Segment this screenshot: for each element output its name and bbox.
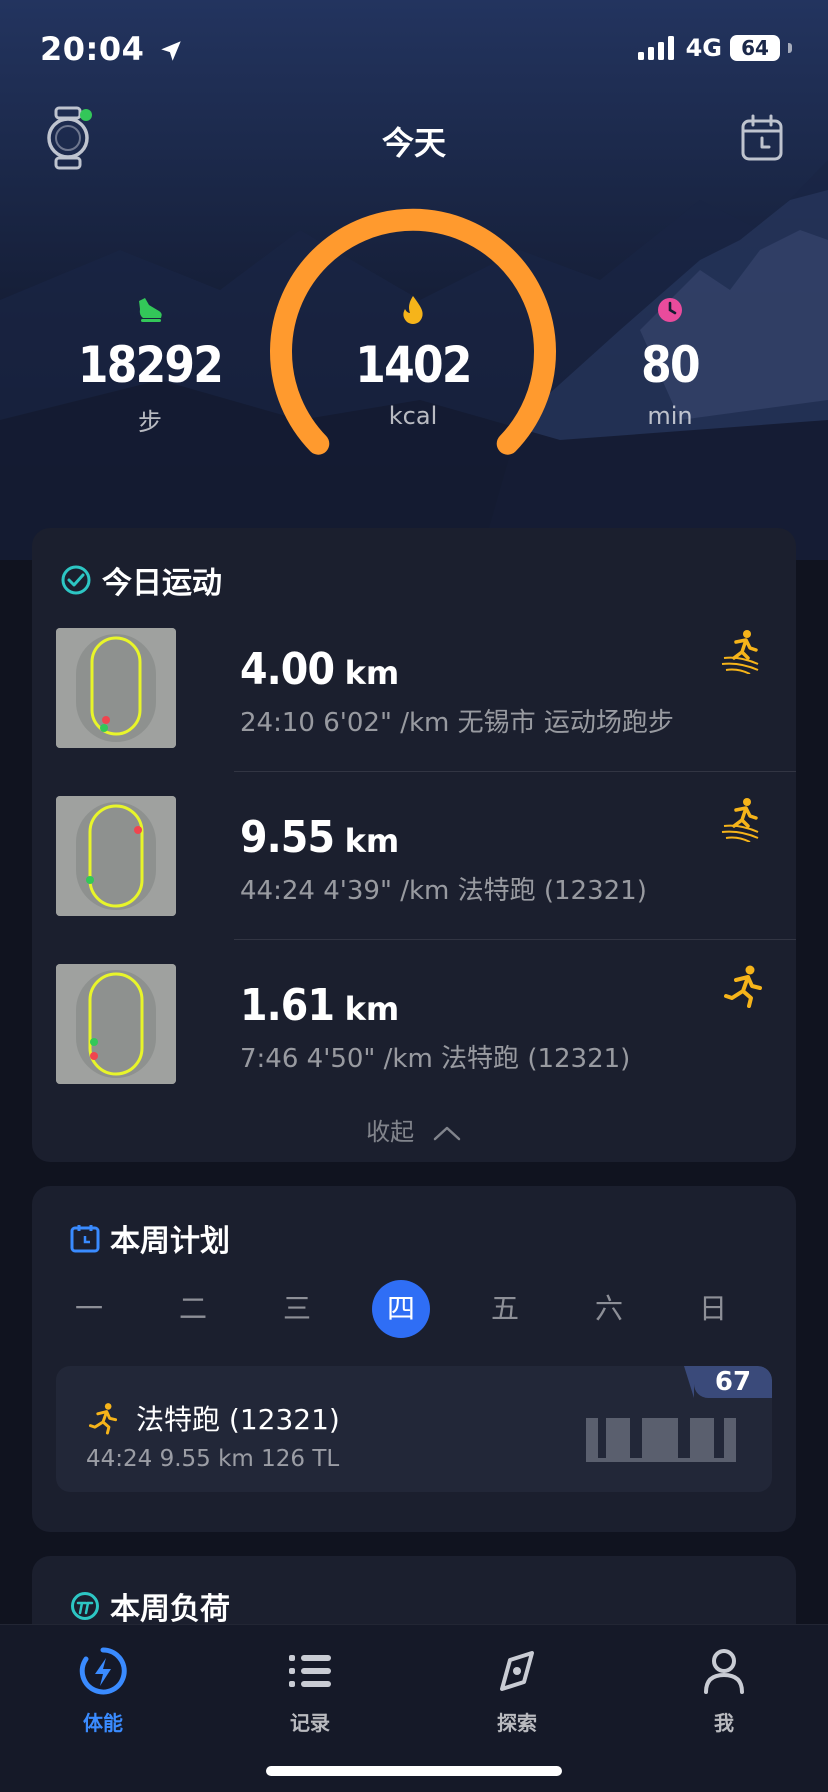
plan-title: 本周计划	[70, 1216, 230, 1260]
run-icon	[724, 965, 762, 1008]
home-indicator	[266, 1766, 562, 1776]
check-circle-icon	[61, 565, 91, 595]
steps-value: 18292	[77, 336, 224, 394]
workout-meta: 44:24 4'39" /km 法特跑 (12321)	[240, 876, 647, 906]
minutes-unit: min	[647, 402, 693, 430]
battery-level: 64	[741, 36, 769, 60]
tab-label: 探索	[497, 1711, 537, 1735]
battery-tip	[788, 43, 792, 53]
calories-value: 1402	[355, 336, 472, 394]
profile-icon	[704, 1649, 744, 1694]
weekday-tue[interactable]: 二	[164, 1280, 222, 1338]
route-map-thumbnail	[56, 628, 176, 748]
clock-icon	[658, 298, 682, 322]
location-arrow-icon	[161, 41, 181, 61]
today-title: 今日运动	[60, 558, 222, 602]
minutes-value: 80	[641, 336, 700, 394]
training-load-icon	[71, 1592, 99, 1620]
interval-structure-chart	[586, 1418, 736, 1462]
plan-workout-name: 法特跑 (12321)	[136, 1403, 340, 1436]
load-title-text: 本周负荷	[110, 1592, 230, 1627]
flame-icon	[403, 296, 423, 324]
top-nav: 今天	[0, 100, 828, 180]
route-map-icon	[56, 964, 176, 1084]
tab-fitness[interactable]: 体能	[43, 1643, 163, 1736]
status-time: 20:04	[40, 30, 184, 68]
page-title: 今天	[381, 124, 446, 162]
calories-stat: 1402 kcal	[320, 292, 506, 430]
tab-records[interactable]: 记录	[250, 1643, 370, 1736]
shoe-icon	[139, 298, 162, 322]
calories-unit: kcal	[388, 402, 438, 430]
status-bar: 20:04 4G 64	[0, 0, 828, 100]
weekday-sun[interactable]: 日	[684, 1280, 742, 1338]
steps-stat: 18292 步	[60, 292, 240, 437]
route-map-icon	[56, 628, 176, 748]
calendar-history-icon[interactable]	[740, 114, 784, 162]
distance-value: 4.00	[240, 644, 335, 695]
workout-meta: 7:46 4'50" /km 法特跑 (12321)	[240, 1044, 631, 1074]
tab-label: 记录	[290, 1711, 330, 1735]
lightning-icon	[79, 1647, 127, 1695]
track-run-icon	[721, 630, 759, 674]
tab-label: 我	[714, 1711, 734, 1735]
plan-title-text: 本周计划	[110, 1224, 230, 1259]
weekday-sat[interactable]: 六	[580, 1280, 638, 1338]
status-indicators: 4G 64	[637, 34, 792, 62]
badge-notch	[684, 1366, 694, 1398]
signal-icon	[637, 36, 674, 60]
track-run-icon	[721, 798, 759, 842]
network-type: 4G	[685, 34, 722, 62]
weekday-selector: 一 二 三 四 五 六 日	[60, 1280, 768, 1338]
workout-distance: 1.61 km	[240, 980, 399, 1031]
steps-unit: 步	[138, 408, 162, 436]
distance-value: 1.61	[240, 980, 335, 1031]
weekday-thu[interactable]: 四	[372, 1280, 430, 1338]
today-title-text: 今日运动	[102, 566, 222, 601]
distance-value: 9.55	[240, 812, 335, 863]
chevron-up-icon	[433, 1126, 461, 1141]
row-divider	[234, 939, 796, 940]
today-workouts-card: 今日运动 4.00 km 24:10 6'02" /km 无锡市 运动场跑步 9…	[32, 528, 796, 1162]
run-icon	[88, 1403, 118, 1435]
tab-profile[interactable]: 我	[664, 1643, 784, 1736]
route-map-thumbnail	[56, 964, 176, 1084]
training-score-badge: 67	[694, 1366, 772, 1398]
activity-summary[interactable]: 18292 步 1402 kcal 80 min	[0, 200, 828, 480]
weekday-wed[interactable]: 三	[268, 1280, 326, 1338]
weekday-mon[interactable]: 一	[60, 1280, 118, 1338]
collapse-button[interactable]: 收起	[32, 1112, 796, 1147]
minutes-stat: 80 min	[590, 292, 750, 430]
battery-icon: 64	[730, 35, 780, 61]
row-divider	[234, 771, 796, 772]
compass-icon	[500, 1651, 534, 1691]
list-icon	[289, 1655, 331, 1687]
workout-distance: 9.55 km	[240, 812, 399, 863]
plan-workout-meta: 44:24 9.55 km 126 TL	[86, 1446, 340, 1472]
route-map-icon	[56, 796, 176, 916]
load-title: 本周负荷	[70, 1584, 230, 1628]
workout-distance: 4.00 km	[240, 644, 399, 695]
tab-label: 体能	[83, 1711, 123, 1735]
plan-workout-item[interactable]: 67 法特跑 (12321) 44:24 9.55 km 126 TL	[56, 1366, 772, 1492]
distance-unit: km	[344, 990, 400, 1028]
tab-explore[interactable]: 探索	[457, 1643, 577, 1736]
calendar-icon	[70, 1225, 100, 1253]
route-map-thumbnail	[56, 796, 176, 916]
clock-text: 20:04	[40, 30, 145, 68]
workout-meta: 24:10 6'02" /km 无锡市 运动场跑步	[240, 708, 674, 738]
distance-unit: km	[344, 822, 400, 860]
weekly-plan-card: 本周计划 一 二 三 四 五 六 日 67 法特跑 (12321) 44:24 …	[32, 1186, 796, 1532]
weekday-fri[interactable]: 五	[476, 1280, 534, 1338]
collapse-label: 收起	[366, 1118, 415, 1146]
distance-unit: km	[344, 654, 400, 692]
workout-row[interactable]: 1.61 km 7:46 4'50" /km 法特跑 (12321)	[56, 964, 796, 1132]
